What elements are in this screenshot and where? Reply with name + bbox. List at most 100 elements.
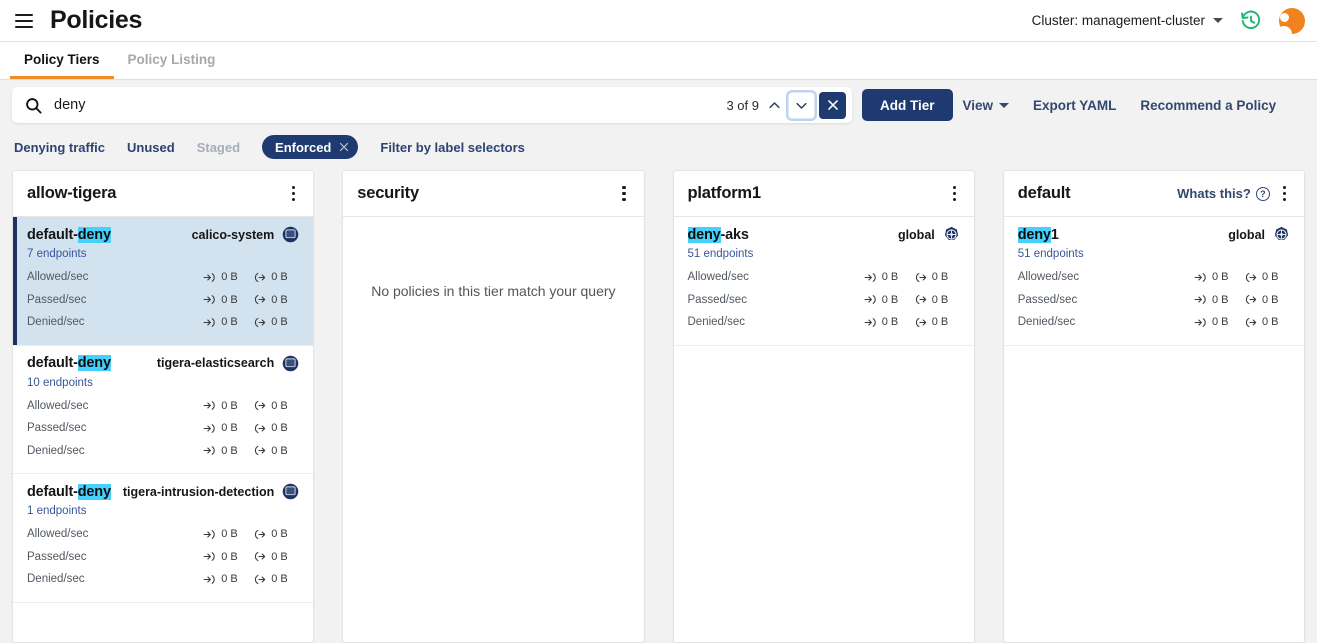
policy-metrics: Allowed/sec 0 B 0 B Passed/sec 0 B 0 B D…	[27, 523, 299, 591]
arrow-outbound-icon	[253, 444, 266, 457]
metric-inbound: 0 B	[203, 550, 249, 563]
policy-scope-label: global	[898, 228, 935, 242]
metric-values: 0 B 0 B	[864, 271, 960, 284]
metric-label: Denied/sec	[1018, 316, 1076, 328]
search-next-button[interactable]	[788, 92, 815, 119]
metric-label: Allowed/sec	[27, 271, 88, 283]
search-box[interactable]: deny 3 of 9	[12, 87, 852, 123]
policy-endpoints-count[interactable]: 7 endpoints	[27, 248, 299, 260]
metric-values: 0 B 0 B	[203, 573, 299, 586]
filter-unused[interactable]: Unused	[127, 140, 175, 155]
help-circle-icon: ?	[1256, 187, 1270, 201]
export-yaml-button[interactable]: Export YAML	[1033, 98, 1116, 113]
metric-outbound-value: 0 B	[271, 528, 288, 540]
metric-label: Passed/sec	[27, 422, 86, 434]
policy-name: deny1	[1018, 227, 1059, 243]
whats-this-link[interactable]: Whats this? ?	[1177, 186, 1270, 201]
policy-tier-header: security	[343, 171, 643, 217]
more-options-icon[interactable]	[288, 183, 299, 204]
policy-endpoints-count[interactable]: 51 endpoints	[688, 248, 960, 260]
policy-endpoints-count[interactable]: 51 endpoints	[1018, 248, 1290, 260]
arrow-outbound-icon	[253, 316, 266, 329]
arrow-outbound-icon	[914, 293, 927, 306]
policy-name: default-deny	[27, 355, 111, 371]
filter-denying-traffic[interactable]: Denying traffic	[14, 140, 105, 155]
metric-outbound-value: 0 B	[271, 294, 288, 306]
policy-row[interactable]: deny-aks global 51 endpoints Allowed/sec…	[674, 217, 974, 346]
search-toolbar: deny 3 of 9 Add Tier View Export YAML Re…	[0, 80, 1317, 130]
policy-row-header: default-deny tigera-intrusion-detection	[27, 483, 299, 500]
filter-staged[interactable]: Staged	[197, 140, 240, 155]
more-options-icon[interactable]	[949, 183, 960, 204]
filter-enforced-active[interactable]: Enforced	[262, 135, 358, 159]
policy-tiers-board: allow-tigera default-deny calico-system …	[0, 164, 1317, 643]
hamburger-menu-icon[interactable]	[10, 7, 38, 35]
arrow-outbound-icon	[253, 293, 266, 306]
metric-label: Denied/sec	[688, 316, 746, 328]
view-menu-button[interactable]: View	[963, 98, 1010, 113]
policy-endpoints-count[interactable]: 1 endpoints	[27, 505, 299, 517]
tab-policy-tiers[interactable]: Policy Tiers	[10, 42, 114, 79]
policy-row[interactable]: default-deny tigera-elasticsearch 10 end…	[13, 346, 313, 475]
policy-scope-label: global	[1228, 228, 1265, 242]
metric-values: 0 B 0 B	[203, 271, 299, 284]
metric-outbound: 0 B	[253, 444, 299, 457]
metric-outbound: 0 B	[1244, 293, 1290, 306]
metric-inbound: 0 B	[203, 316, 249, 329]
policy-endpoints-count[interactable]: 10 endpoints	[27, 377, 299, 389]
metric-outbound: 0 B	[1244, 316, 1290, 329]
metric-inbound: 0 B	[864, 293, 910, 306]
metric-inbound-value: 0 B	[1212, 316, 1229, 328]
metric-row: Passed/sec 0 B 0 B	[688, 289, 960, 312]
policy-tier-header-actions: Whats this? ?	[1177, 183, 1290, 204]
metric-row: Allowed/sec 0 B 0 B	[27, 266, 299, 289]
search-match-highlight: deny	[78, 227, 111, 243]
search-input[interactable]: deny	[24, 96, 726, 115]
search-close-button[interactable]	[819, 92, 846, 119]
arrow-inbound-icon	[1194, 316, 1207, 329]
more-options-icon[interactable]	[1279, 183, 1290, 204]
history-restore-icon[interactable]	[1237, 7, 1265, 35]
user-avatar-icon[interactable]	[1279, 8, 1305, 34]
view-menu-label: View	[963, 98, 994, 113]
metric-inbound: 0 B	[1194, 271, 1240, 284]
search-prev-button[interactable]	[761, 92, 788, 119]
recommend-policy-button[interactable]: Recommend a Policy	[1140, 98, 1276, 113]
metric-values: 0 B 0 B	[864, 293, 960, 306]
metric-values: 0 B 0 B	[203, 399, 299, 412]
policy-row[interactable]: deny1 global 51 endpoints Allowed/sec 0 …	[1004, 217, 1304, 346]
search-input-value: deny	[54, 97, 85, 113]
metric-label: Allowed/sec	[1018, 271, 1079, 283]
filter-enforced-remove-button[interactable]	[338, 141, 350, 153]
tab-policy-listing-label: Policy Listing	[128, 52, 216, 67]
metric-inbound-value: 0 B	[221, 551, 238, 563]
arrow-outbound-icon	[914, 271, 927, 284]
tab-policy-listing[interactable]: Policy Listing	[114, 42, 230, 79]
metric-outbound: 0 B	[253, 399, 299, 412]
namespace-icon	[282, 483, 299, 500]
metric-values: 0 B 0 B	[203, 293, 299, 306]
policy-tier-name: security	[357, 184, 419, 203]
metric-outbound-value: 0 B	[271, 551, 288, 563]
arrow-inbound-icon	[203, 316, 216, 329]
metric-values: 0 B 0 B	[1194, 316, 1290, 329]
metric-row: Allowed/sec 0 B 0 B	[27, 395, 299, 418]
policy-row[interactable]: default-deny calico-system 7 endpoints A…	[13, 217, 313, 346]
metric-inbound-value: 0 B	[221, 528, 238, 540]
policy-name: default-deny	[27, 484, 111, 500]
close-x-icon	[826, 98, 840, 112]
more-options-icon[interactable]	[618, 183, 629, 204]
cluster-selector[interactable]: Cluster: management-cluster	[1032, 13, 1223, 28]
policy-row[interactable]: default-deny tigera-intrusion-detection …	[13, 474, 313, 603]
arrow-inbound-icon	[203, 444, 216, 457]
policy-tier-header: default Whats this? ?	[1004, 171, 1304, 217]
filter-by-label-selectors[interactable]: Filter by label selectors	[380, 140, 525, 155]
add-tier-button[interactable]: Add Tier	[862, 89, 953, 121]
policy-tier-card: security No policies in this tier match …	[342, 170, 644, 643]
search-match-highlight: deny	[1018, 227, 1051, 243]
policy-scope: tigera-elasticsearch	[157, 355, 299, 372]
tier-empty-message: No policies in this tier match your quer…	[343, 217, 643, 299]
policy-row-header: default-deny tigera-elasticsearch	[27, 355, 299, 372]
filter-enforced-label: Enforced	[275, 140, 331, 155]
metric-label: Passed/sec	[688, 294, 747, 306]
